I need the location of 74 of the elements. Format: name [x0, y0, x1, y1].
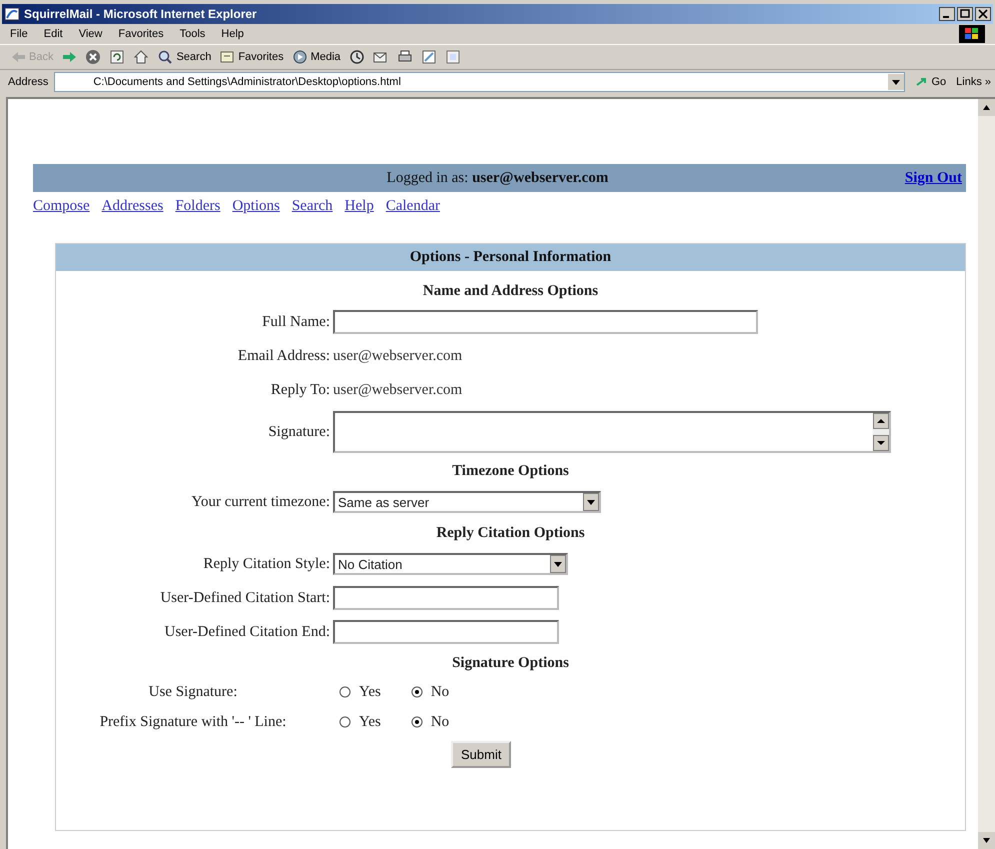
- home-icon[interactable]: [133, 49, 150, 65]
- nav-link[interactable]: Compose: [33, 198, 90, 215]
- radio-button[interactable]: [339, 716, 351, 728]
- window-title: SquirrelMail - Microsoft Internet Explorer: [24, 7, 258, 21]
- field-label: Email Address:: [236, 348, 330, 364]
- section-heading: Signature Options: [451, 654, 570, 673]
- field-label: User-Defined Citation End:: [164, 624, 330, 640]
- menu-item[interactable]: Tools: [180, 28, 206, 40]
- signature-field[interactable]: [333, 411, 891, 453]
- option-label: No: [430, 684, 450, 700]
- menu-item[interactable]: View: [78, 28, 102, 40]
- text-field[interactable]: [333, 620, 559, 644]
- search-icon: [157, 49, 174, 65]
- menu-item[interactable]: Edit: [44, 28, 63, 40]
- media-button[interactable]: Media: [292, 49, 341, 65]
- section-heading: Reply Citation Options: [435, 524, 586, 543]
- nav-link[interactable]: Addresses: [102, 198, 164, 215]
- windows-logo-icon: [959, 25, 985, 43]
- scroll-up-button[interactable]: [873, 413, 889, 429]
- search-button[interactable]: Search: [157, 49, 212, 65]
- back-arrow-icon: [10, 49, 26, 65]
- field-label: Full Name:: [261, 314, 330, 330]
- edit-icon[interactable]: [420, 49, 437, 65]
- maximize-button[interactable]: [957, 7, 973, 21]
- field-value: user@webserver.com: [333, 382, 462, 398]
- favorites-button[interactable]: Favorites: [219, 49, 284, 65]
- dropdown[interactable]: No Citation: [333, 553, 568, 575]
- address-field[interactable]: C:\Documents and Settings\Administrator\Desktop\options.html: [54, 72, 906, 92]
- media-icon: [292, 49, 308, 65]
- nav-link[interactable]: Folders: [175, 198, 220, 215]
- nav-link[interactable]: Search: [292, 198, 333, 215]
- links-button[interactable]: Links »: [956, 76, 991, 88]
- radio-button[interactable]: [410, 716, 423, 728]
- field-label: Reply To:: [270, 382, 330, 398]
- address-label: Address: [8, 76, 48, 88]
- option-label: No: [430, 714, 450, 730]
- scroll-down-button[interactable]: [873, 435, 889, 451]
- field-label: Your current timezone:: [190, 494, 330, 510]
- scrollbar[interactable]: [978, 99, 995, 849]
- section-heading: Name and Address Options: [422, 282, 600, 301]
- stop-icon[interactable]: [85, 49, 102, 65]
- field-label: Use Signature:: [148, 684, 238, 700]
- submit-button[interactable]: Submit: [451, 740, 512, 768]
- radio-button[interactable]: [339, 686, 351, 698]
- field-label: User-Defined Citation Start:: [159, 590, 330, 606]
- option-label: Yes: [359, 684, 381, 700]
- clock-icon[interactable]: [348, 49, 365, 65]
- field-value: user@webserver.com: [333, 348, 462, 364]
- menu-item[interactable]: File: [10, 28, 28, 40]
- field-label: Prefix Signature with '-- ' Line:: [98, 714, 288, 730]
- section-heading: Timezone Options: [451, 462, 570, 481]
- option-label: Yes: [359, 714, 381, 730]
- nav-link[interactable]: Calendar: [386, 198, 440, 215]
- field-label: Signature:: [267, 424, 330, 440]
- scroll-up-button[interactable]: [978, 99, 995, 116]
- field-label: Reply Citation Style:: [202, 556, 330, 572]
- window-icon[interactable]: [444, 49, 461, 65]
- minimize-button[interactable]: [939, 7, 955, 21]
- nav-link[interactable]: Help: [344, 198, 374, 215]
- login-text: Logged in as: user@webserver.com: [386, 170, 608, 186]
- scroll-down-button[interactable]: [978, 832, 995, 849]
- menu-item[interactable]: Favorites: [118, 28, 164, 40]
- dropdown[interactable]: Same as server: [333, 491, 601, 513]
- radio-button[interactable]: [410, 686, 423, 698]
- text-field[interactable]: [333, 586, 559, 610]
- text-field[interactable]: [333, 310, 758, 334]
- refresh-icon[interactable]: [109, 49, 126, 65]
- close-button[interactable]: [975, 7, 991, 21]
- go-button[interactable]: Go: [911, 75, 950, 89]
- menu-item[interactable]: Help: [221, 28, 244, 40]
- app-icon: [4, 6, 20, 22]
- sign-out-link[interactable]: Sign Out: [608, 170, 966, 186]
- nav-link[interactable]: Options: [232, 198, 280, 215]
- panel-title: Options - Personal Information: [56, 244, 965, 271]
